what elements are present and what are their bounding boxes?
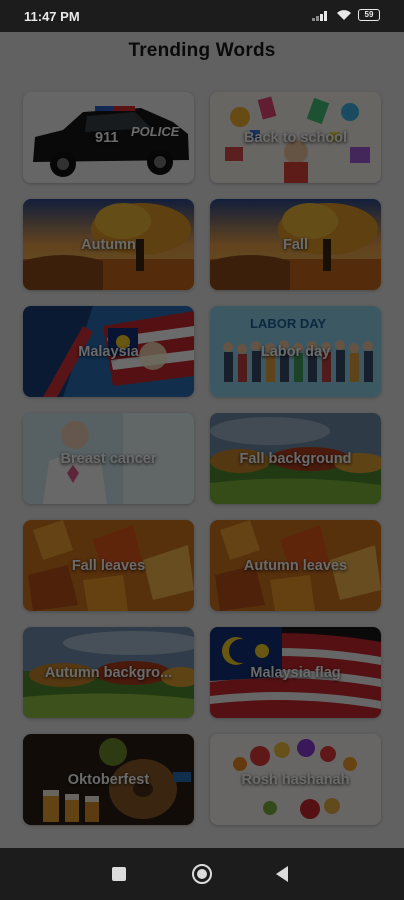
signal-icon — [312, 11, 327, 21]
status-time: 11:47 PM — [24, 9, 80, 24]
trending-tile[interactable]: POLICE 911 — [23, 92, 194, 183]
trending-tile[interactable]: Oktoberfest — [23, 734, 194, 825]
tile-label: Oktoberfest — [67, 771, 150, 788]
tile-label: 911 — [95, 129, 119, 146]
trending-tile[interactable]: Fall — [210, 199, 381, 290]
tile-label: Breast cancer — [60, 450, 157, 467]
tile-label: Autumn backgro... — [44, 664, 173, 681]
trending-tile[interactable]: Breast cancer — [23, 413, 194, 504]
status-bar: 11:47 PM 59 — [0, 0, 404, 32]
page-title: Trending Words — [128, 40, 276, 61]
trending-tile[interactable]: Fall background — [210, 413, 381, 504]
tile-label: Autumn leaves — [243, 557, 348, 574]
home-icon[interactable] — [192, 864, 212, 884]
trending-tile[interactable]: Rosh hashanah — [210, 734, 381, 825]
trending-tile[interactable]: Back to school — [210, 92, 381, 183]
trending-tile[interactable]: Malaysia flag — [210, 627, 381, 718]
tile-label: Back to school — [243, 129, 348, 146]
tile-label: Fall background — [239, 450, 352, 467]
trending-tile[interactable]: LABOR DAY Labor day — [210, 306, 381, 397]
tile-label: Malaysia — [78, 343, 139, 360]
tile-label: Fall — [283, 236, 308, 253]
battery-icon: 59 — [358, 9, 380, 21]
tile-label: Rosh hashanah — [241, 771, 350, 788]
trending-words-screen: Trending Words POLICE 911 Back to school… — [0, 32, 404, 848]
trending-tile[interactable]: Autumn — [23, 199, 194, 290]
status-icons: 59 — [312, 9, 380, 21]
trending-tile[interactable]: Autumn backgro... — [23, 627, 194, 718]
tile-label: Autumn — [81, 236, 136, 253]
tile-label: Fall leaves — [71, 557, 146, 574]
back-icon[interactable] — [276, 866, 288, 882]
navigation-bar — [0, 848, 404, 900]
trending-tile[interactable]: Autumn leaves — [210, 520, 381, 611]
wifi-icon — [337, 10, 351, 20]
tile-label: Labor day — [260, 343, 331, 360]
trending-tile[interactable]: Malaysia — [23, 306, 194, 397]
trending-tile[interactable]: Fall leaves — [23, 520, 194, 611]
recent-apps-icon[interactable] — [112, 867, 126, 881]
tile-label: Malaysia flag — [250, 664, 341, 681]
